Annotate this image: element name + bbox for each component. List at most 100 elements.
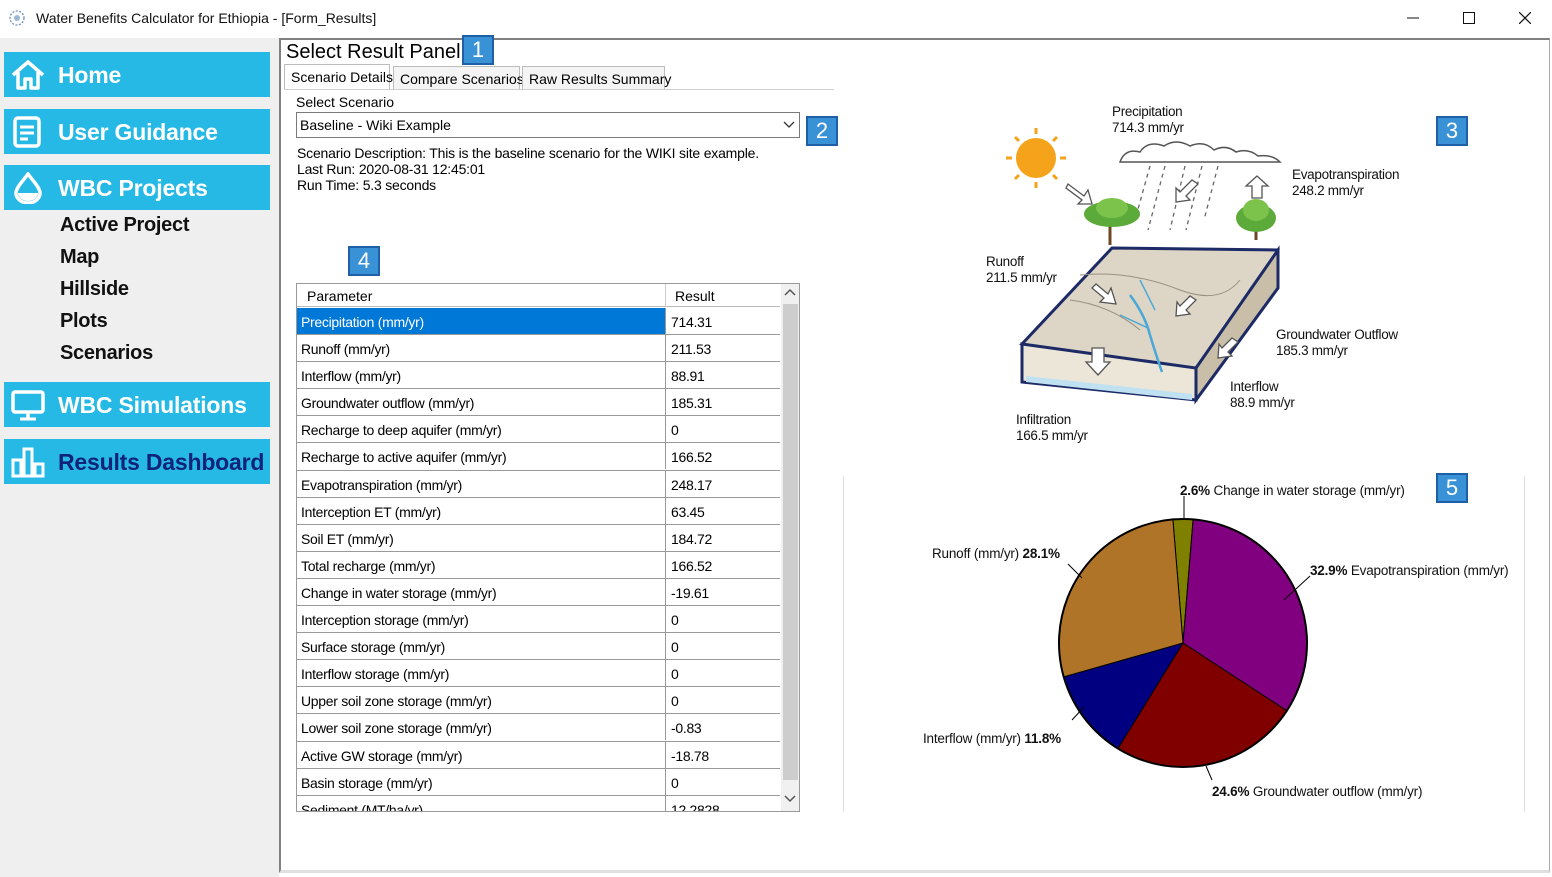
maximize-button[interactable] <box>1441 0 1497 36</box>
table-scrollbar[interactable] <box>781 284 799 811</box>
bar-chart-icon <box>11 447 45 478</box>
cell-parameter[interactable]: Recharge to active aquifer (mm/yr) <box>297 443 666 470</box>
cell-result[interactable]: 714.31 <box>667 308 780 334</box>
tab-scenario-details[interactable]: Scenario Details <box>284 64 393 90</box>
cloud-icon <box>1118 141 1282 163</box>
table-row[interactable]: Soil ET (mm/yr) 184.72 <box>297 524 780 552</box>
tab-divider <box>284 89 834 90</box>
header-parameter[interactable]: Parameter <box>307 288 372 304</box>
pie-label-evapotranspiration: 32.9% Evapotranspiration (mm/yr) <box>1310 563 1509 578</box>
maximize-icon <box>1463 12 1475 24</box>
cell-result[interactable]: 248.17 <box>667 471 780 497</box>
pie-label-runoff: Runoff (mm/yr) 28.1% <box>932 546 1060 561</box>
table-header: Parameter Result <box>297 284 780 307</box>
table-row[interactable]: Evapotranspiration (mm/yr) 248.17 <box>297 470 780 498</box>
cell-parameter[interactable]: Soil ET (mm/yr) <box>297 524 666 551</box>
table-row[interactable]: Active GW storage (mm/yr) -18.78 <box>297 741 780 769</box>
sidebar: Home User Guidance WBC Projects Active P… <box>0 38 279 877</box>
cell-result[interactable]: 185.31 <box>667 389 780 415</box>
minimize-button[interactable] <box>1385 0 1441 36</box>
sidebar-item-map[interactable]: Map <box>60 246 99 269</box>
cell-result[interactable]: 211.53 <box>667 335 780 361</box>
cell-result[interactable]: 12.2828 <box>667 796 780 811</box>
cell-parameter[interactable]: Evapotranspiration (mm/yr) <box>297 470 666 497</box>
cell-result[interactable]: -18.78 <box>667 742 780 768</box>
cell-result[interactable]: 184.72 <box>667 525 780 551</box>
sidebar-item-hillside[interactable]: Hillside <box>60 278 129 301</box>
precip-arrow-icon <box>1175 179 1200 203</box>
table-row[interactable]: Surface storage (mm/yr) 0 <box>297 633 780 661</box>
tree-icon <box>1236 199 1276 240</box>
tab-raw-results-summary[interactable]: Raw Results Summary <box>522 66 671 90</box>
home-button[interactable]: Home <box>4 52 270 97</box>
table-row[interactable]: Recharge to active aquifer (mm/yr) 166.52 <box>297 443 780 471</box>
close-button[interactable] <box>1497 0 1552 36</box>
sidebar-item-scenarios[interactable]: Scenarios <box>60 342 153 365</box>
window-title: Water Benefits Calculator for Ethiopia -… <box>36 10 377 26</box>
cell-parameter[interactable]: Surface storage (mm/yr) <box>297 633 666 660</box>
cell-parameter[interactable]: Change in water storage (mm/yr) <box>297 578 666 605</box>
table-row[interactable]: Interflow storage (mm/yr) 0 <box>297 660 780 688</box>
table-row[interactable]: Basin storage (mm/yr) 0 <box>297 768 780 796</box>
cell-result[interactable]: 0 <box>667 769 780 795</box>
cell-parameter[interactable]: Interception storage (mm/yr) <box>297 606 666 633</box>
table-row[interactable]: Change in water storage (mm/yr) -19.61 <box>297 578 780 607</box>
scroll-up-icon[interactable] <box>784 287 796 297</box>
cell-parameter[interactable]: Lower soil zone storage (mm/yr) <box>297 714 666 741</box>
table-row[interactable]: Recharge to deep aquifer (mm/yr) 0 <box>297 416 780 444</box>
sidebar-item-plots[interactable]: Plots <box>60 310 108 333</box>
cell-result[interactable]: 0 <box>667 660 780 686</box>
scrollbar-thumb[interactable] <box>783 304 798 780</box>
cell-result[interactable]: -0.83 <box>667 714 780 740</box>
table-row[interactable]: Precipitation (mm/yr) 714.31 <box>297 308 780 336</box>
cell-result[interactable]: 88.91 <box>667 362 780 388</box>
title-bar: Water Benefits Calculator for Ethiopia -… <box>0 0 1552 36</box>
table-row[interactable]: Groundwater outflow (mm/yr) 185.31 <box>297 389 780 417</box>
table-row[interactable]: Interception storage (mm/yr) 0 <box>297 606 780 634</box>
tab-compare-scenarios[interactable]: Compare Scenarios <box>393 66 524 90</box>
pie-label-change-storage: 2.6% Change in water storage (mm/yr) <box>1180 483 1405 498</box>
wbc-projects-button[interactable]: WBC Projects <box>4 165 270 210</box>
wbc-simulations-button[interactable]: WBC Simulations <box>4 382 270 427</box>
cell-result[interactable]: 0 <box>667 633 780 659</box>
cell-parameter[interactable]: Total recharge (mm/yr) <box>297 551 666 578</box>
table-row[interactable]: Lower soil zone storage (mm/yr) -0.83 <box>297 714 780 742</box>
table-body: Precipitation (mm/yr) 714.31 Runoff (mm/yr… <box>297 308 780 811</box>
cell-result[interactable]: 0 <box>667 606 780 632</box>
wbc-simulations-label: WBC Simulations <box>58 392 247 418</box>
pie-label-groundwater: 24.6% Groundwater outflow (mm/yr) <box>1212 784 1423 799</box>
scenario-description: Scenario Description: This is the baseli… <box>297 145 759 161</box>
cell-result[interactable]: -19.61 <box>667 579 780 605</box>
cell-parameter[interactable]: Active GW storage (mm/yr) <box>297 741 666 768</box>
results-dashboard-button[interactable]: Results Dashboard <box>4 439 270 484</box>
header-result[interactable]: Result <box>675 288 715 304</box>
cell-parameter[interactable]: Precipitation (mm/yr) <box>297 308 666 334</box>
user-guidance-button[interactable]: User Guidance <box>4 109 270 154</box>
table-row[interactable]: Runoff (mm/yr) 211.53 <box>297 335 780 363</box>
results-dashboard-label: Results Dashboard <box>58 449 265 475</box>
chevron-down-icon <box>783 121 795 128</box>
cell-result[interactable]: 166.52 <box>667 552 780 578</box>
table-row[interactable]: Total recharge (mm/yr) 166.52 <box>297 551 780 579</box>
cell-parameter[interactable]: Groundwater outflow (mm/yr) <box>297 389 666 416</box>
table-row[interactable]: Upper soil zone storage (mm/yr) 0 <box>297 687 780 715</box>
table-row[interactable]: Interflow (mm/yr) 88.91 <box>297 362 780 390</box>
cell-parameter[interactable]: Runoff (mm/yr) <box>297 335 666 362</box>
cell-result[interactable]: 166.52 <box>667 443 780 469</box>
cell-parameter[interactable]: Sediment (MT/ha/yr) <box>297 795 666 811</box>
sidebar-item-active-project[interactable]: Active Project <box>60 214 190 237</box>
cell-parameter[interactable]: Upper soil zone storage (mm/yr) <box>297 687 666 714</box>
cell-parameter[interactable]: Recharge to deep aquifer (mm/yr) <box>297 416 666 443</box>
table-row[interactable]: Sediment (MT/ha/yr) 12.2828 <box>297 795 780 811</box>
cell-result[interactable]: 63.45 <box>667 498 780 524</box>
scenario-run-time: Run Time: 5.3 seconds <box>297 177 436 193</box>
scenario-dropdown[interactable]: Baseline - Wiki Example <box>296 112 800 138</box>
table-row[interactable]: Interception ET (mm/yr) 63.45 <box>297 497 780 525</box>
cell-parameter[interactable]: Interception ET (mm/yr) <box>297 497 666 524</box>
cell-result[interactable]: 0 <box>667 416 780 442</box>
cell-result[interactable]: 0 <box>667 687 780 713</box>
cell-parameter[interactable]: Interflow (mm/yr) <box>297 362 666 389</box>
cell-parameter[interactable]: Basin storage (mm/yr) <box>297 768 666 795</box>
scroll-down-icon[interactable] <box>784 794 796 804</box>
cell-parameter[interactable]: Interflow storage (mm/yr) <box>297 660 666 687</box>
